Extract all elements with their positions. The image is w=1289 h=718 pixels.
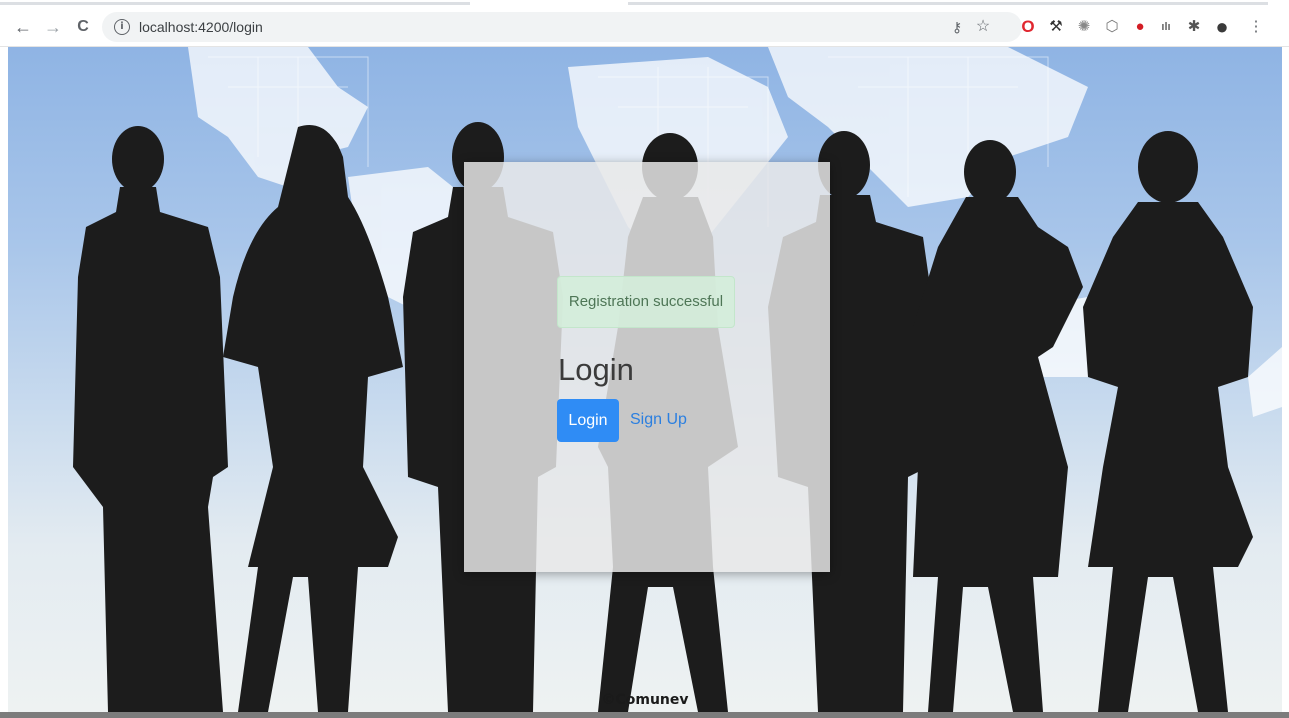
key-icon[interactable]: ⚷: [948, 18, 966, 36]
puzzle-icon[interactable]: ✱: [1184, 17, 1204, 37]
tab-divider: [0, 2, 470, 5]
url-text[interactable]: localhost:4200/login: [139, 19, 263, 35]
site-info-icon[interactable]: i: [114, 19, 130, 35]
back-arrow-icon[interactable]: ←: [12, 16, 34, 38]
footer-copyright: ©Comunev: [601, 692, 689, 708]
shield-icon[interactable]: ⬡: [1102, 17, 1122, 37]
sign-up-link[interactable]: Sign Up: [630, 411, 687, 429]
tab-divider: [628, 2, 1268, 5]
bee-icon[interactable]: ✺: [1074, 17, 1094, 37]
success-alert: Registration successful: [557, 276, 735, 328]
opera-icon[interactable]: O: [1018, 17, 1038, 37]
login-card: Registration successful Login Login Sign…: [464, 162, 830, 572]
page-viewport: Registration successful Login Login Sign…: [8, 47, 1282, 712]
tab-strip: [0, 0, 1289, 8]
hammer-icon[interactable]: ⚒: [1046, 17, 1066, 37]
address-bar[interactable]: i localhost:4200/login ⚷ ☆: [102, 12, 1022, 42]
red-circle-icon[interactable]: ●: [1130, 17, 1150, 37]
bottom-edge: [0, 712, 1289, 718]
chart-icon[interactable]: ılı: [1156, 17, 1176, 37]
kebab-menu-icon[interactable]: ⋮: [1246, 17, 1266, 37]
scrollbar-area: [1282, 47, 1289, 712]
bookmark-star-icon[interactable]: ☆: [974, 18, 992, 36]
page-title: Login: [558, 352, 634, 387]
profile-avatar-icon[interactable]: ●: [1212, 16, 1232, 38]
browser-toolbar: ← → C i localhost:4200/login ⚷ ☆ O ⚒ ✺ ⬡ ● ıl…: [0, 8, 1289, 47]
reload-icon[interactable]: C: [72, 16, 94, 38]
forward-arrow-icon[interactable]: →: [42, 16, 64, 38]
login-button[interactable]: Login: [557, 399, 619, 442]
